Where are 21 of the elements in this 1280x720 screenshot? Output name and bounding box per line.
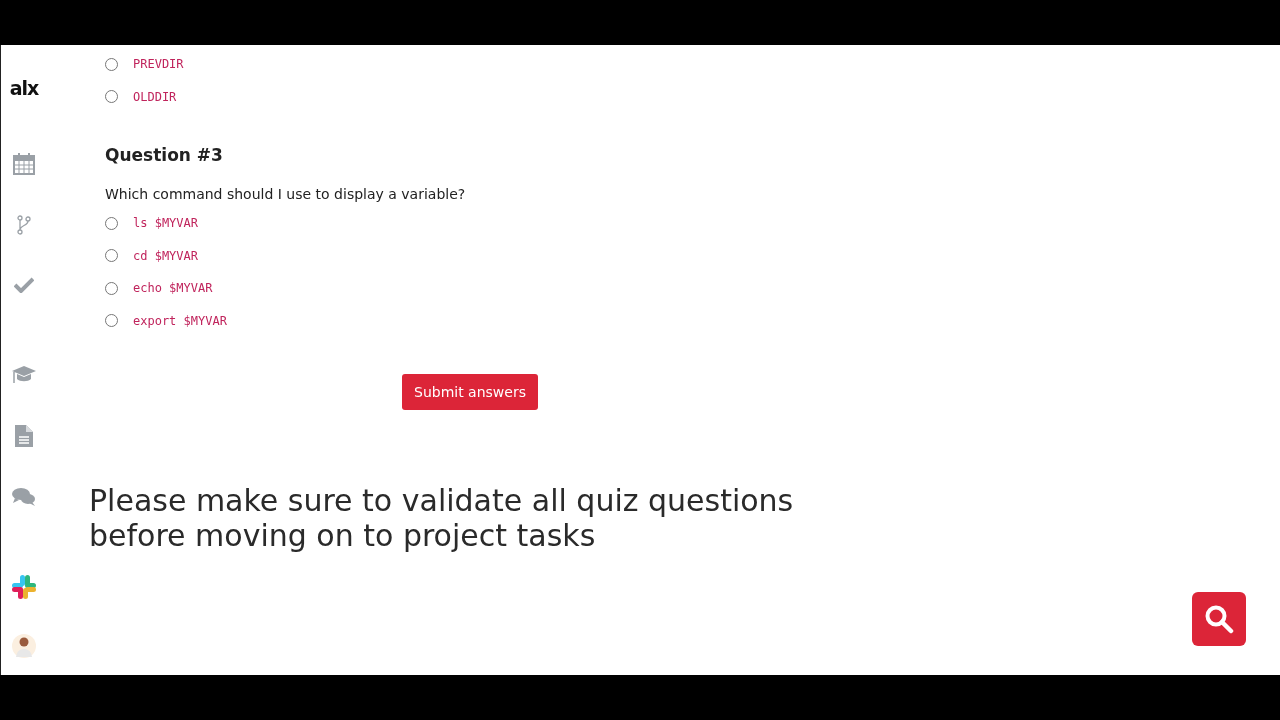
option-label: echo $MYVAR — [133, 281, 213, 296]
chat-icon[interactable] — [12, 487, 36, 507]
avatar-icon[interactable] — [12, 633, 36, 659]
option-label: PREVDIR — [133, 57, 184, 72]
option-label: ls $MYVAR — [133, 216, 199, 231]
calendar-icon[interactable] — [13, 153, 35, 175]
branch-icon[interactable] — [17, 215, 31, 235]
checkmark-icon[interactable] — [14, 277, 34, 293]
question-title: Question #3 — [105, 144, 224, 166]
logo[interactable]: alx — [9, 77, 39, 99]
option-label: OLDDIR — [133, 89, 177, 104]
question-text: Which command should I use to display a variable? — [105, 185, 467, 203]
graduation-cap-icon[interactable] — [11, 365, 37, 385]
submit-button[interactable]: Submit answers — [402, 374, 538, 410]
caption: Please make sure to validate all quiz questions before moving on to project tasks — [89, 483, 795, 553]
slack-icon[interactable] — [11, 574, 37, 600]
option-label: export $MYVAR — [133, 313, 227, 328]
document-icon[interactable] — [15, 425, 33, 447]
search-button[interactable] — [1192, 592, 1246, 646]
search-icon — [1204, 604, 1234, 634]
option-label: cd $MYVAR — [133, 248, 199, 263]
